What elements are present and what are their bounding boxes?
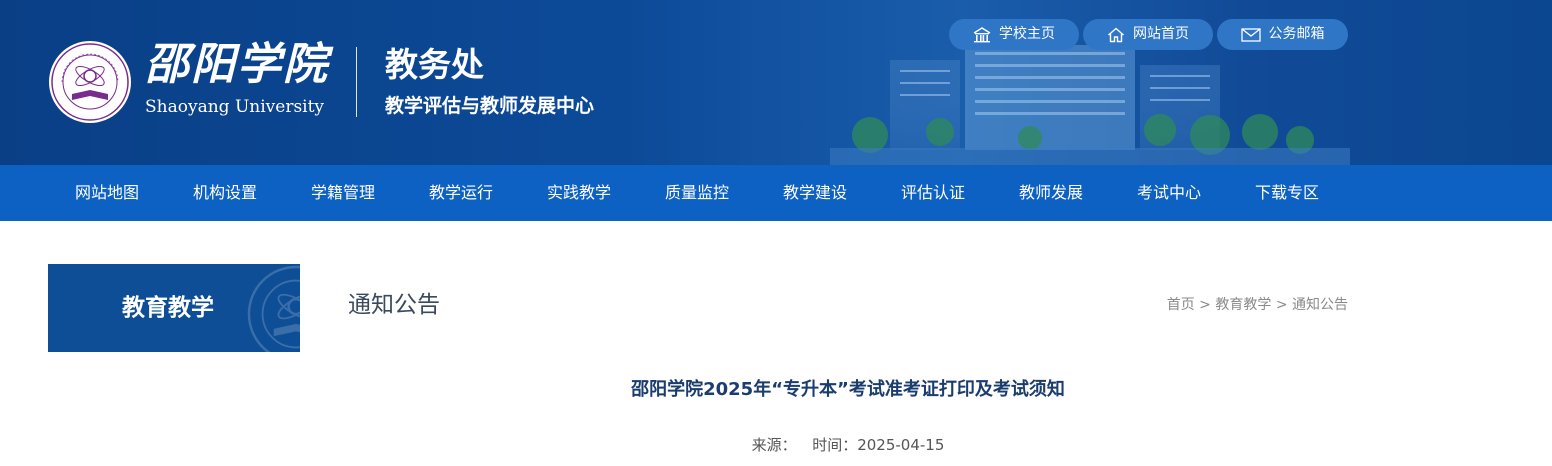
site-homepage-label: 网站首页	[1133, 26, 1189, 42]
nav-item-teaching-ops[interactable]: 教学运行	[402, 165, 520, 221]
nav-item-sitemap[interactable]: 网站地图	[48, 165, 166, 221]
school-homepage-link[interactable]: 学校主页	[949, 19, 1079, 50]
sidebar-title: 教育教学	[122, 295, 214, 321]
nav-item-quality[interactable]: 质量监控	[638, 165, 756, 221]
breadcrumb-home-link[interactable]: 首页	[1167, 297, 1195, 313]
campus-banner-image	[830, 45, 1350, 165]
breadcrumb-separator: >	[1275, 297, 1288, 313]
nav-item-exam-center[interactable]: 考试中心	[1110, 165, 1228, 221]
department-title: 教务处	[385, 45, 484, 84]
sidebar-title-box: 教育教学	[48, 264, 300, 352]
nav-item-teacher-dev[interactable]: 教师发展	[992, 165, 1110, 221]
section-title: 通知公告	[348, 292, 440, 318]
department-subtitle: 教学评估与教师发展中心	[385, 95, 595, 117]
home-icon	[1108, 27, 1124, 42]
nav-item-construction[interactable]: 教学建设	[756, 165, 874, 221]
breadcrumb-separator: >	[1199, 297, 1211, 313]
university-name-cn: 邵阳学院	[145, 39, 329, 90]
breadcrumb-level1-link[interactable]: 教育教学	[1215, 297, 1271, 313]
nav-item-downloads[interactable]: 下载专区	[1228, 165, 1346, 221]
article-title: 邵阳学院2025年“专升本”考试准考证打印及考试须知	[631, 379, 1065, 400]
university-emblem-icon	[49, 41, 131, 123]
university-name-en: Shaoyang University	[145, 97, 325, 117]
source-label: 来源：	[751, 436, 797, 454]
publish-date: 2025-04-15	[857, 436, 945, 454]
mail-icon	[1240, 27, 1261, 42]
breadcrumb: 首页 > 教育教学 > 通知公告	[1167, 296, 1348, 314]
breadcrumb-level2-link[interactable]: 通知公告	[1292, 297, 1348, 313]
main-nav: 网站地图 机构设置 学籍管理 教学运行 实践教学 质量监控 教学建设 评估认证 …	[0, 165, 1552, 221]
nav-item-practice[interactable]: 实践教学	[520, 165, 638, 221]
official-mail-label: 公务邮箱	[1268, 26, 1325, 42]
school-building-icon	[973, 26, 991, 42]
article-meta: 来源： 时间：2025-04-15	[348, 435, 1348, 455]
site-homepage-link[interactable]: 网站首页	[1083, 19, 1213, 50]
time-label: 时间：	[812, 436, 858, 454]
nav-item-organization[interactable]: 机构设置	[166, 165, 284, 221]
logo-divider	[356, 47, 357, 117]
official-mail-link[interactable]: 公务邮箱	[1217, 19, 1348, 50]
emblem-watermark-icon	[247, 265, 300, 352]
nav-item-student-status[interactable]: 学籍管理	[284, 165, 402, 221]
school-homepage-label: 学校主页	[999, 26, 1055, 42]
site-header: 邵阳学院 Shaoyang University 教务处 教学评估与教师发展中心…	[0, 0, 1552, 165]
nav-item-evaluation[interactable]: 评估认证	[874, 165, 992, 221]
